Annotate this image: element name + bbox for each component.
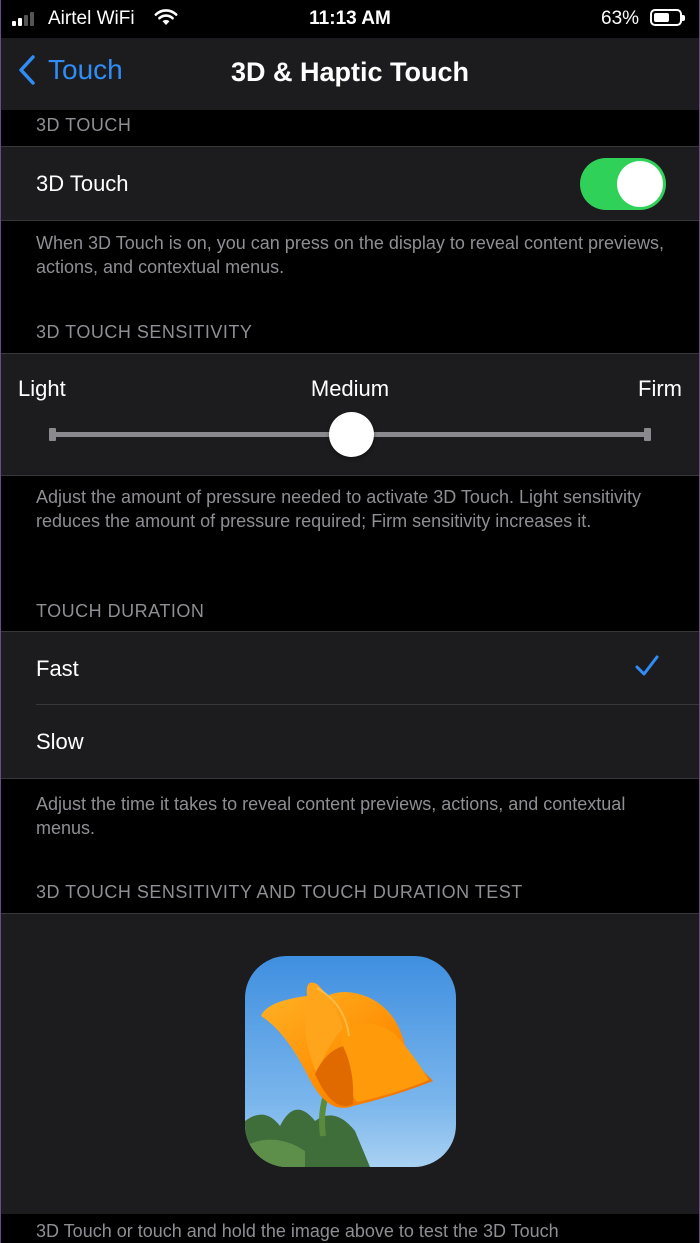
3d-touch-toggle[interactable] <box>580 158 666 210</box>
option-slow-label: Slow <box>36 729 84 754</box>
option-fast[interactable]: Fast <box>0 632 700 705</box>
page-title: 3D & Haptic Touch <box>230 57 470 87</box>
status-bar: Airtel WiFi 11:13 AM 63% <box>0 0 700 38</box>
row-label-3d-touch: 3D Touch <box>36 171 129 196</box>
footer-3d-touch: When 3D Touch is on, you can press on th… <box>36 233 665 277</box>
group-3d-touch: 3D Touch <box>0 146 700 221</box>
battery-fill <box>654 13 669 22</box>
option-slow[interactable]: Slow <box>0 705 700 778</box>
section-header-duration: TOUCH DURATION <box>36 601 205 621</box>
checkmark-icon <box>635 655 659 676</box>
section-header-3d-touch: 3D TOUCH <box>36 115 132 135</box>
sensitivity-label-medium: Medium <box>310 376 390 401</box>
toggle-knob <box>617 161 663 207</box>
sensitivity-slider-thumb[interactable] <box>329 412 374 457</box>
slider-tick-end <box>644 428 651 441</box>
section-header-test: 3D TOUCH SENSITIVITY AND TOUCH DURATION … <box>36 882 523 902</box>
group-duration: Fast Slow <box>0 631 700 779</box>
clock: 11:13 AM <box>309 8 391 29</box>
test-image[interactable] <box>245 956 456 1167</box>
section-header-sensitivity: 3D TOUCH SENSITIVITY <box>36 322 253 342</box>
sensitivity-label-firm: Firm <box>638 376 682 401</box>
footer-test: 3D Touch or touch and hold the image abo… <box>36 1221 559 1241</box>
slider-tick-start <box>49 428 56 441</box>
battery-icon <box>650 9 685 26</box>
group-sensitivity: Light Medium Firm <box>0 353 700 476</box>
footer-duration: Adjust the time it takes to reveal conte… <box>36 794 626 838</box>
navigation-bar: Touch 3D & Haptic Touch <box>0 38 700 110</box>
group-test <box>0 913 700 1214</box>
footer-sensitivity: Adjust the amount of pressure needed to … <box>36 487 642 531</box>
battery-percent: 63% <box>601 8 640 29</box>
row-3d-touch: 3D Touch <box>0 147 700 220</box>
option-fast-label: Fast <box>36 656 79 681</box>
